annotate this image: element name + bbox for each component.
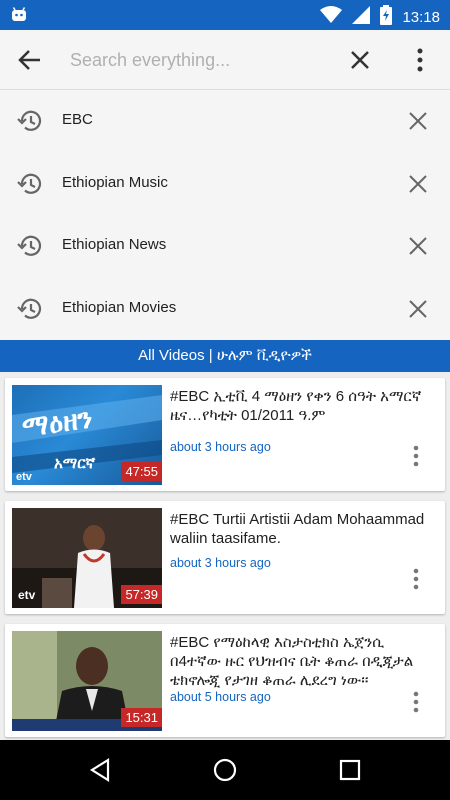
back-arrow-icon[interactable] bbox=[16, 46, 44, 74]
video-card[interactable]: etv 57:39 #EBC Turtii Artistii Adam Moha… bbox=[5, 501, 445, 614]
status-bar: 13:18 bbox=[0, 0, 450, 30]
all-videos-banner[interactable]: All Videos | ሁሉም ቪዲዮዎች bbox=[0, 340, 450, 372]
close-icon[interactable] bbox=[406, 109, 430, 133]
history-label: Ethiopian Music bbox=[62, 173, 168, 191]
recents-square-icon[interactable] bbox=[336, 756, 364, 784]
video-list: ማዕዘን አማርኛ etv 47:55 #EBC ኢቲቪ 4 ማዕዘን የቀን … bbox=[0, 372, 450, 740]
video-thumbnail[interactable]: etv 57:39 bbox=[12, 508, 162, 608]
close-icon[interactable] bbox=[346, 46, 374, 74]
search-bar bbox=[0, 30, 450, 90]
etv-logo: etv bbox=[16, 471, 32, 483]
status-time: 13:18 bbox=[402, 9, 440, 26]
more-vert-icon[interactable] bbox=[406, 46, 434, 74]
thumbnail-subtext: አማርኛ bbox=[54, 455, 96, 472]
history-icon bbox=[16, 107, 44, 135]
more-vert-icon[interactable] bbox=[407, 567, 425, 591]
android-notification-icon bbox=[10, 6, 28, 29]
etv-logo: etv bbox=[18, 588, 36, 602]
history-icon bbox=[16, 170, 44, 198]
back-triangle-icon[interactable] bbox=[86, 756, 114, 784]
history-item[interactable]: Ethiopian Movies bbox=[0, 278, 450, 341]
video-thumbnail[interactable]: ማዕዘን አማርኛ etv 47:55 bbox=[12, 385, 162, 485]
history-label: EBC bbox=[62, 111, 93, 128]
search-history-list: EBC Ethiopian Music Ethiopian News Ethio… bbox=[0, 90, 450, 340]
video-timestamp: about 5 hours ago bbox=[170, 690, 271, 704]
video-title[interactable]: #EBC ኢቲቪ 4 ማዕዘን የቀን 6 ሰዓት አማርኛ ዜና…የካቲት 0… bbox=[170, 387, 428, 425]
navigation-bar bbox=[0, 740, 450, 800]
close-icon[interactable] bbox=[406, 172, 430, 196]
history-icon bbox=[16, 232, 44, 260]
more-vert-icon[interactable] bbox=[407, 444, 425, 468]
signal-icon bbox=[352, 6, 371, 29]
history-item[interactable]: Ethiopian Music bbox=[0, 153, 450, 216]
history-item[interactable]: Ethiopian News bbox=[0, 215, 450, 278]
wifi-icon bbox=[320, 6, 343, 29]
video-thumbnail[interactable]: 15:31 bbox=[12, 631, 162, 731]
more-vert-icon[interactable] bbox=[407, 690, 425, 714]
video-card[interactable]: ማዕዘን አማርኛ etv 47:55 #EBC ኢቲቪ 4 ማዕዘን የቀን … bbox=[5, 378, 445, 491]
duration-badge: 57:39 bbox=[121, 585, 162, 604]
history-label: Ethiopian News bbox=[62, 236, 167, 253]
history-item[interactable]: EBC bbox=[0, 90, 450, 153]
search-input[interactable] bbox=[70, 44, 330, 76]
video-timestamp: about 3 hours ago bbox=[170, 556, 271, 570]
video-timestamp: about 3 hours ago bbox=[170, 440, 271, 454]
history-icon bbox=[16, 295, 44, 323]
battery-icon bbox=[380, 5, 393, 30]
video-card[interactable]: 15:31 #EBC የማዕከላዊ እስታስቲክስ ኤጀንሲ በ4ተኛው ዙር … bbox=[5, 624, 445, 737]
video-title[interactable]: #EBC Turtii Artistii Adam Mohaammad wali… bbox=[170, 510, 428, 548]
video-title[interactable]: #EBC የማዕከላዊ እስታስቲክስ ኤጀንሲ በ4ተኛው ዙር የህዝብና … bbox=[170, 633, 428, 690]
home-circle-icon[interactable] bbox=[211, 756, 239, 784]
duration-badge: 47:55 bbox=[121, 462, 162, 481]
duration-badge: 15:31 bbox=[121, 708, 162, 727]
close-icon[interactable] bbox=[406, 234, 430, 258]
close-icon[interactable] bbox=[406, 297, 430, 321]
history-label: Ethiopian Movies bbox=[62, 298, 177, 316]
